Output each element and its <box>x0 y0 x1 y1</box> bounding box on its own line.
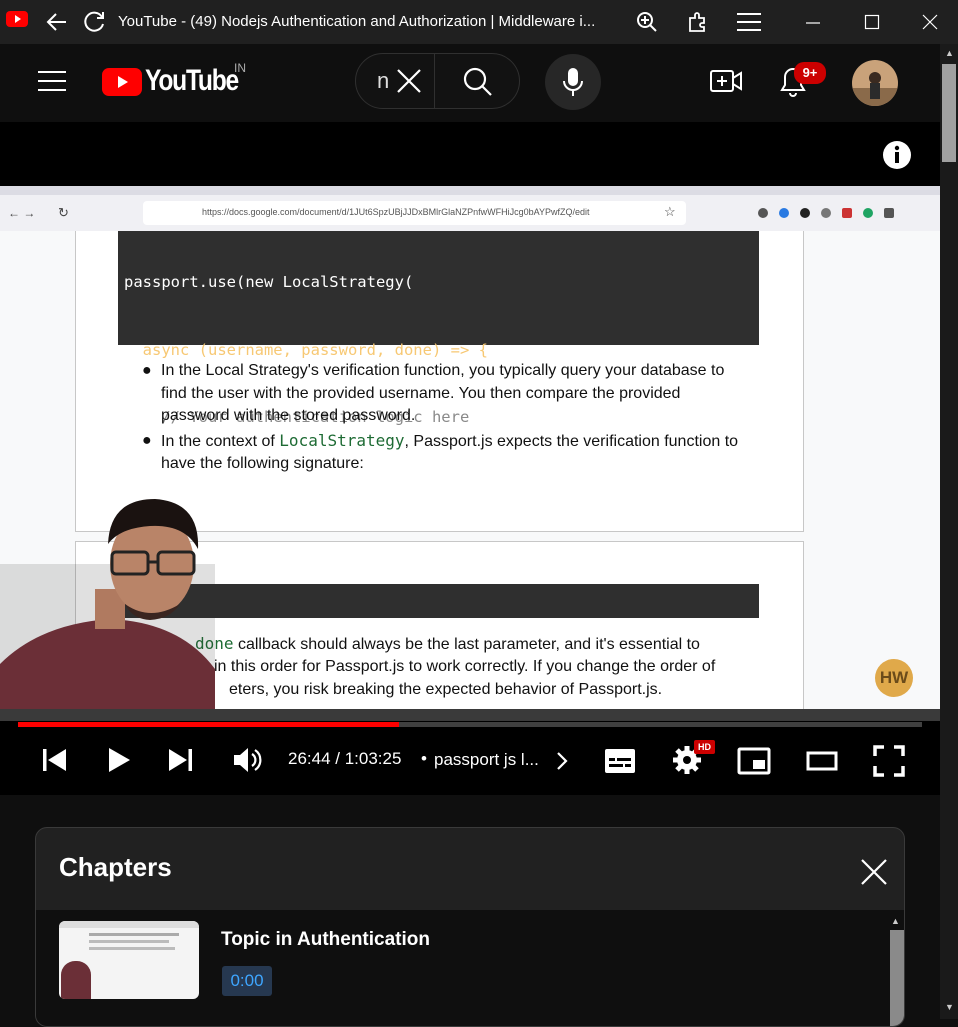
bullet-list: ● In the Local Strategy's verification f… <box>142 360 752 476</box>
zoom-icon[interactable] <box>636 11 658 33</box>
maximize-icon[interactable] <box>864 14 880 30</box>
chevron-right-icon[interactable] <box>555 751 569 771</box>
next-icon[interactable] <box>167 747 193 773</box>
chapters-scroll-thumb[interactable] <box>890 930 904 1026</box>
hd-badge: HD <box>694 740 715 754</box>
search-icon[interactable] <box>463 67 493 97</box>
embedded-reload-icon: ↻ <box>58 205 69 220</box>
embedded-taskbar <box>0 709 940 721</box>
progress-bar-played <box>18 722 399 727</box>
time-separator: • <box>421 749 427 768</box>
subtitles-icon[interactable] <box>604 747 636 775</box>
youtube-logo-text[interactable]: YouTube <box>145 64 239 98</box>
code-line: passport.use(new LocalStrategy( <box>124 273 414 291</box>
code-line: } <box>124 475 152 494</box>
chapters-heading: Chapters <box>59 852 172 882</box>
embedded-tabstrip <box>0 186 940 195</box>
chapter-title[interactable]: Topic in Authentication <box>221 929 430 951</box>
minimize-icon[interactable] <box>804 14 822 32</box>
close-window-icon[interactable] <box>922 14 938 30</box>
chapter-timestamp[interactable]: 0:00 <box>222 966 272 996</box>
scroll-up-arrow-icon[interactable]: ▲ <box>891 916 900 926</box>
search-input[interactable]: n <box>377 68 389 94</box>
reload-icon[interactable] <box>82 9 108 35</box>
close-chapters-icon[interactable] <box>860 858 888 886</box>
embedded-star-icon: ☆ <box>664 204 676 219</box>
info-icon[interactable] <box>882 140 912 170</box>
page-scrollbar[interactable]: ▲ ▼ <box>940 44 958 1019</box>
create-video-icon[interactable] <box>710 68 742 94</box>
list-item: ● In the Local Strategy's verification f… <box>142 360 752 428</box>
chapters-list: Topic in Authentication 0:00 ▲ <box>36 910 904 1026</box>
page-scroll-thumb[interactable] <box>942 64 956 162</box>
theater-mode-icon[interactable] <box>806 751 838 771</box>
youtube-logo-icon[interactable] <box>102 68 142 96</box>
bullet-text: In the Local Strategy's verification fun… <box>161 362 725 424</box>
fullscreen-icon[interactable] <box>873 745 905 777</box>
para-line-3: eters, you risk breaking the expected be… <box>229 681 663 698</box>
chapters-panel: Chapters Topic in Authentication 0:00 ▲ <box>35 827 905 1027</box>
back-arrow-icon[interactable] <box>44 10 70 34</box>
paragraph: done callback should always be the last … <box>195 633 755 657</box>
avatar[interactable] <box>852 60 898 106</box>
chapters-scrollbar[interactable]: ▲ <box>886 916 904 1026</box>
previous-icon[interactable] <box>42 747 68 773</box>
embedded-back-icon: ← → <box>8 206 36 220</box>
youtube-favicon-icon <box>6 11 28 27</box>
embedded-extension-icons <box>758 205 928 219</box>
bullet-dot: ● <box>142 431 152 449</box>
para-line-1: callback should always be the last param… <box>233 636 700 653</box>
microphone-icon[interactable] <box>562 68 584 98</box>
embedded-url-text: https://docs.google.com/document/d/1JUt6… <box>202 207 590 217</box>
play-icon[interactable] <box>106 746 132 774</box>
list-item: ● In the context of LocalStrategy, Passp… <box>142 430 752 476</box>
bullet-inline-code: LocalStrategy <box>279 430 405 450</box>
para-line-2: in this order for Passport.js to work co… <box>214 658 716 675</box>
code-block-1: passport.use(new LocalStrategy( async (u… <box>118 231 759 561</box>
window-titlebar: YouTube - (49) Nodejs Authentication and… <box>0 0 958 44</box>
volume-icon[interactable] <box>232 746 262 774</box>
embedded-browser-toolbar: ← → ↻ https://docs.google.com/document/d… <box>0 195 940 231</box>
menu-icon[interactable] <box>736 11 762 33</box>
presenter-webcam <box>0 499 215 716</box>
hamburger-menu-icon[interactable] <box>38 70 66 92</box>
scroll-up-icon[interactable]: ▲ <box>945 48 954 58</box>
bullet-text-prefix: In the context of <box>161 432 280 450</box>
scroll-down-icon[interactable]: ▼ <box>945 1002 954 1012</box>
extensions-icon[interactable] <box>686 10 710 34</box>
time-display: 26:44 / 1:03:25 <box>288 749 402 768</box>
window-title: YouTube - (49) Nodejs Authentication and… <box>118 13 596 30</box>
chapter-thumbnail[interactable] <box>59 921 199 999</box>
channel-watermark[interactable]: HW <box>875 659 913 697</box>
notification-count-badge: 9+ <box>794 62 826 84</box>
search-divider <box>434 53 435 109</box>
current-chapter-button[interactable]: passport js l... <box>434 750 539 770</box>
clear-search-icon[interactable] <box>395 67 423 95</box>
code-line: async (username, password, done) => { <box>124 340 488 359</box>
miniplayer-icon[interactable] <box>737 747 771 775</box>
bullet-dot: ● <box>142 362 152 379</box>
country-code: IN <box>234 61 246 75</box>
